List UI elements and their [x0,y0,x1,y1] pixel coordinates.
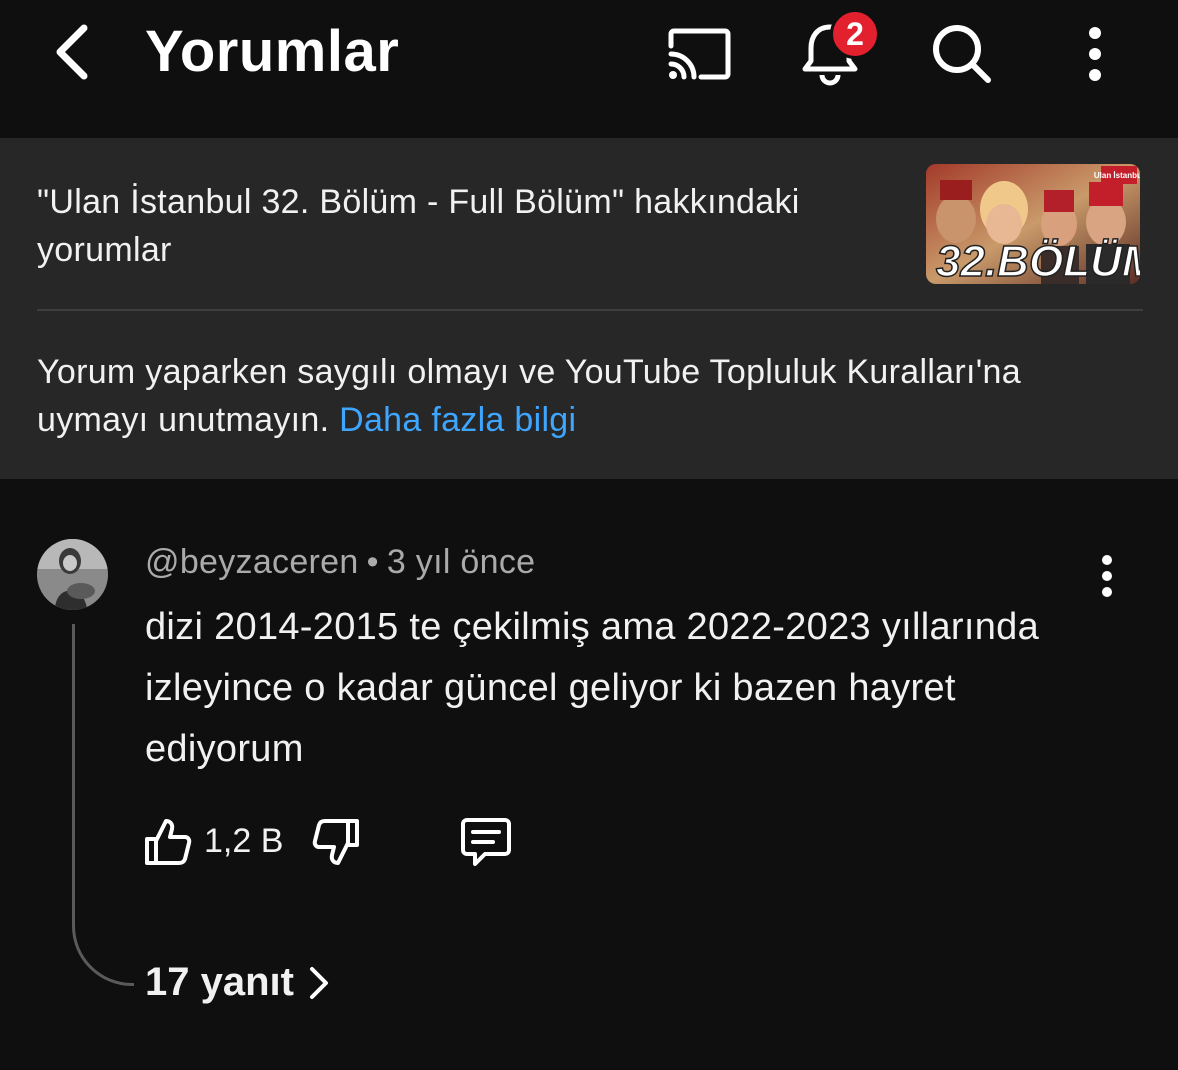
community-guideline-notice: Yorum yaparken saygılı olmayı ve YouTube… [37,348,1137,444]
reply-icon[interactable] [456,812,516,872]
page-title: Yorumlar [145,19,400,84]
view-replies-button[interactable]: 17 yanıt [145,960,330,1005]
comment-more-icon[interactable] [1083,548,1131,604]
avatar[interactable] [37,539,108,610]
video-title: "Ulan İstanbul 32. Bölüm - Full Bölüm" h… [37,183,800,269]
comments-header: "Ulan İstanbul 32. Bölüm - Full Bölüm" h… [0,138,1178,479]
dislike-icon[interactable] [306,812,366,872]
comment-author[interactable]: @beyzaceren [145,543,359,581]
thumbnail-logo: Ulan İstanbul [1094,171,1140,180]
thread-line [72,624,134,986]
search-icon[interactable] [922,14,1002,94]
meta-separator: • [366,543,379,581]
chevron-right-icon [308,965,330,1001]
notification-badge: 2 [830,9,880,59]
replies-label: 17 yanıt [145,960,294,1004]
comments-screen: Yorumlar 2 "Ulan İstanbul 32. Bölüm - Fu… [0,0,1178,1070]
back-arrow-icon[interactable] [42,20,102,84]
like-icon[interactable] [138,812,198,872]
cast-icon[interactable] [658,14,738,94]
like-count: 1,2 B [204,822,284,860]
divider [37,309,1143,311]
more-vertical-icon[interactable] [1055,14,1135,94]
thumbnail-text: 32.BÖLÜM [936,237,1140,284]
top-bar: Yorumlar 2 [0,0,1178,138]
comment-time: 3 yıl önce [386,543,536,581]
learn-more-link[interactable]: Daha fazla bilgi [339,401,576,439]
video-thumbnail[interactable]: Ulan İstanbul 32.BÖLÜM [926,164,1140,284]
comment-meta: @beyzaceren • 3 yıl önce [145,543,535,582]
comment-text: dizi 2014-2015 te çekilmiş ama 2022-2023… [145,606,1040,770]
